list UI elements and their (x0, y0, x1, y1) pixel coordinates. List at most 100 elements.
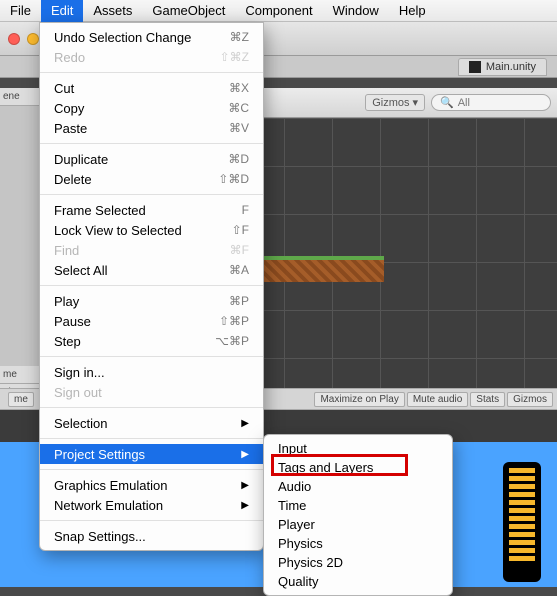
menu-item-project-settings[interactable]: Project Settings ▶ (40, 444, 263, 464)
menu-shortcut: ⇧⌘P (219, 314, 249, 328)
menu-item-frame-selected[interactable]: Frame Selected F (40, 200, 263, 220)
menu-item-sign-in[interactable]: Sign in... (40, 362, 263, 382)
menu-item-snap-settings[interactable]: Snap Settings... (40, 526, 263, 546)
menu-separator (40, 143, 263, 144)
search-input[interactable]: 🔍 All (431, 94, 551, 111)
menu-component[interactable]: Component (235, 0, 322, 22)
menu-separator (40, 520, 263, 521)
mute-audio-button[interactable]: Mute audio (407, 392, 468, 407)
menu-shortcut: F (242, 203, 249, 217)
gizmos-dropdown[interactable]: Gizmos ▾ (365, 94, 425, 111)
menu-item-undo-selection-change[interactable]: Undo Selection Change ⌘Z (40, 27, 263, 47)
menu-shortcut: ⇧⌘D (218, 172, 249, 186)
menu-item-label: Play (54, 294, 79, 309)
menu-item-label: Cut (54, 81, 74, 96)
menu-shortcut: ⌘C (228, 101, 249, 115)
menubar: FileEditAssetsGameObjectComponentWindowH… (0, 0, 557, 22)
menu-item-sign-out: Sign out (40, 382, 263, 402)
menu-item-label: Delete (54, 172, 92, 187)
gizmos-label: Gizmos (372, 97, 409, 109)
panel-label[interactable]: me (0, 366, 43, 384)
stats-button[interactable]: Stats (470, 392, 505, 407)
minimize-icon[interactable] (27, 33, 39, 45)
menu-item-label: Redo (54, 50, 85, 65)
menu-shortcut: ⌘F (230, 243, 249, 257)
menu-help[interactable]: Help (389, 0, 436, 22)
menu-item-duplicate[interactable]: Duplicate ⌘D (40, 149, 263, 169)
close-icon[interactable] (8, 33, 20, 45)
gizmos-button[interactable]: Gizmos (507, 392, 553, 407)
menu-shortcut: ⇧F (232, 223, 249, 237)
menu-item-label: Project Settings (54, 447, 145, 462)
submenu-item-quality[interactable]: Quality (264, 572, 452, 591)
menu-item-paste[interactable]: Paste ⌘V (40, 118, 263, 138)
menu-item-network-emulation[interactable]: Network Emulation ▶ (40, 495, 263, 515)
scene-tab[interactable]: Main.unity (458, 58, 547, 76)
menu-item-delete[interactable]: Delete ⇧⌘D (40, 169, 263, 189)
menu-shortcut: ⌘D (228, 152, 249, 166)
submenu-item-audio[interactable]: Audio (264, 477, 452, 496)
panel-label[interactable]: me (8, 392, 34, 407)
menu-item-label: Find (54, 243, 79, 258)
menu-separator (40, 438, 263, 439)
edit-menu-dropdown: Undo Selection Change ⌘Z Redo⇧⌘Z Cut⌘X Copy ⌘… (39, 22, 264, 551)
submenu-arrow-icon: ▶ (241, 418, 249, 429)
menu-item-label: Selection (54, 416, 107, 431)
menu-item-label: Step (54, 334, 81, 349)
menu-item-label: Network Emulation (54, 498, 163, 513)
menu-item-cut[interactable]: Cut⌘X (40, 78, 263, 98)
menu-gameobject[interactable]: GameObject (142, 0, 235, 22)
menu-item-label: Undo Selection Change (54, 30, 191, 45)
menu-shortcut: ⌘V (229, 121, 249, 135)
menu-separator (40, 72, 263, 73)
menu-item-redo: Redo⇧⌘Z (40, 47, 263, 67)
menu-assets[interactable]: Assets (83, 0, 142, 22)
menu-separator (40, 469, 263, 470)
menu-file[interactable]: File (0, 0, 41, 22)
submenu-item-time[interactable]: Time (264, 496, 452, 515)
menu-separator (40, 407, 263, 408)
menu-item-step[interactable]: Step ⌥⌘P (40, 331, 263, 351)
search-placeholder: All (458, 97, 470, 109)
menu-edit[interactable]: Edit (41, 0, 83, 22)
menu-separator (40, 194, 263, 195)
menu-item-selection[interactable]: Selection ▶ (40, 413, 263, 433)
menu-shortcut: ⌘Z (230, 30, 249, 44)
submenu-item-input[interactable]: Input (264, 439, 452, 458)
menu-separator (40, 285, 263, 286)
menu-item-play[interactable]: Play ⌘P (40, 291, 263, 311)
submenu-arrow-icon: ▶ (241, 500, 249, 511)
menu-item-label: Paste (54, 121, 87, 136)
maximize-on-play-button[interactable]: Maximize on Play (314, 392, 404, 407)
menu-item-lock-view-to-selected[interactable]: Lock View to Selected⇧F (40, 220, 263, 240)
panel-label[interactable]: ene (0, 88, 43, 106)
menu-item-label: Graphics Emulation (54, 478, 167, 493)
menu-item-label: Select All (54, 263, 107, 278)
left-panel: ene me phone (0, 88, 44, 388)
menu-item-copy[interactable]: Copy ⌘C (40, 98, 263, 118)
submenu-item-tags-and-layers[interactable]: Tags and Layers (264, 458, 452, 477)
search-icon: 🔍 (440, 96, 454, 109)
chevron-down-icon: ▾ (412, 96, 418, 109)
submenu-item-player[interactable]: Player (264, 515, 452, 534)
submenu-item-physics-2d[interactable]: Physics 2D (264, 553, 452, 572)
project-settings-submenu: InputTags and LayersAudioTimePlayerPhysi… (263, 434, 453, 596)
menu-separator (40, 356, 263, 357)
submenu-arrow-icon: ▶ (241, 449, 249, 460)
menu-item-label: Duplicate (54, 152, 108, 167)
scene-tab-label: Main.unity (486, 61, 536, 73)
menu-item-pause[interactable]: Pause ⇧⌘P (40, 311, 263, 331)
menu-item-label: Copy (54, 101, 84, 116)
menu-item-label: Frame Selected (54, 203, 146, 218)
game-object-sprite (503, 462, 541, 582)
menu-shortcut: ⌥⌘P (215, 334, 249, 348)
menu-item-select-all[interactable]: Select All ⌘A (40, 260, 263, 280)
menu-item-find: Find ⌘F (40, 240, 263, 260)
menu-item-graphics-emulation[interactable]: Graphics Emulation▶ (40, 475, 263, 495)
submenu-item-physics[interactable]: Physics (264, 534, 452, 553)
menu-item-label: Snap Settings... (54, 529, 146, 544)
menu-shortcut: ⌘P (229, 294, 249, 308)
menu-shortcut: ⌘A (229, 263, 249, 277)
menu-item-label: Pause (54, 314, 91, 329)
menu-window[interactable]: Window (323, 0, 389, 22)
